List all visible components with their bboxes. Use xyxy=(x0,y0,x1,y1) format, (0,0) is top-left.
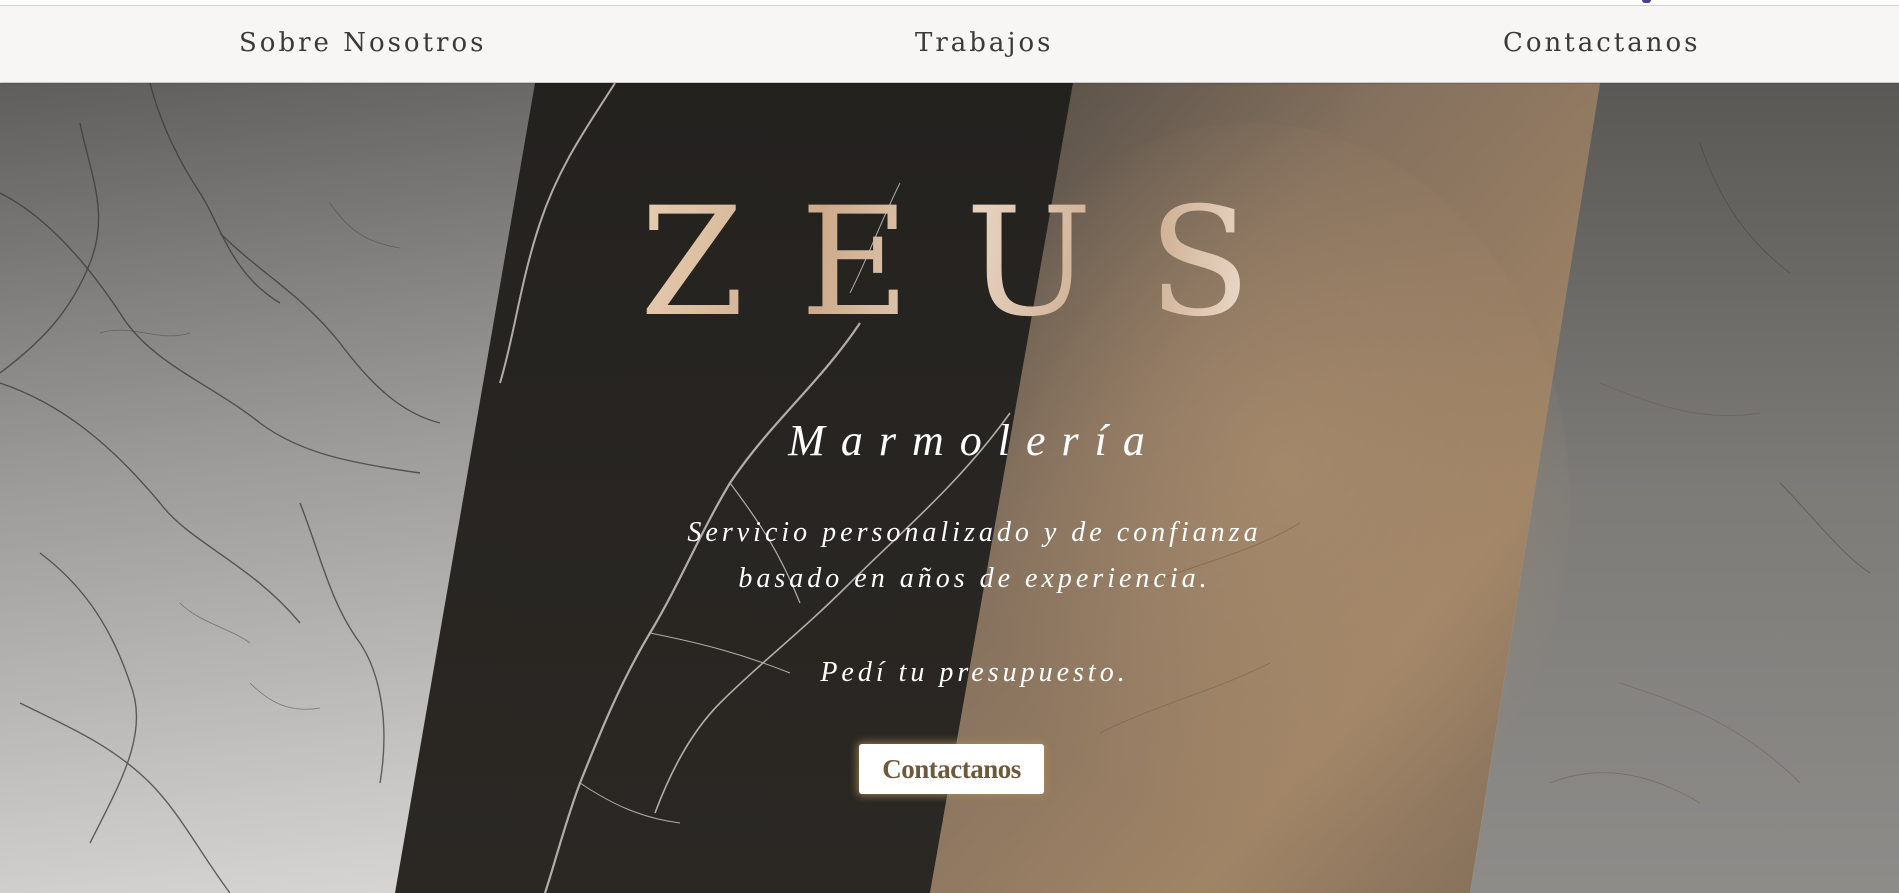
tagline-line-2: basado en años de experiencia. xyxy=(738,563,1211,594)
tagline-line-1: Servicio personalizado y de confianza xyxy=(687,517,1262,548)
nav-link-trabajos[interactable]: Trabajos xyxy=(915,28,1053,58)
brand-subtitle: Marmolería xyxy=(788,416,1161,465)
contact-button[interactable]: Contactanos xyxy=(859,744,1044,794)
brand-title: ZEUS xyxy=(640,176,1307,350)
page: Sobre Nosotros Trabajos Contactanos ZEUS… xyxy=(0,0,1899,893)
top-navigation: Sobre Nosotros Trabajos Contactanos xyxy=(0,6,1899,82)
quote-request-text: Pedí tu presupuesto. xyxy=(820,657,1129,688)
scroll-marker xyxy=(1642,0,1651,3)
nav-link-sobre-nosotros[interactable]: Sobre Nosotros xyxy=(239,28,486,58)
nav-link-contactanos[interactable]: Contactanos xyxy=(1503,28,1701,58)
hero-content: ZEUS Marmolería Servicio personalizado y… xyxy=(0,83,1899,893)
hero-section: ZEUS Marmolería Servicio personalizado y… xyxy=(0,83,1899,893)
